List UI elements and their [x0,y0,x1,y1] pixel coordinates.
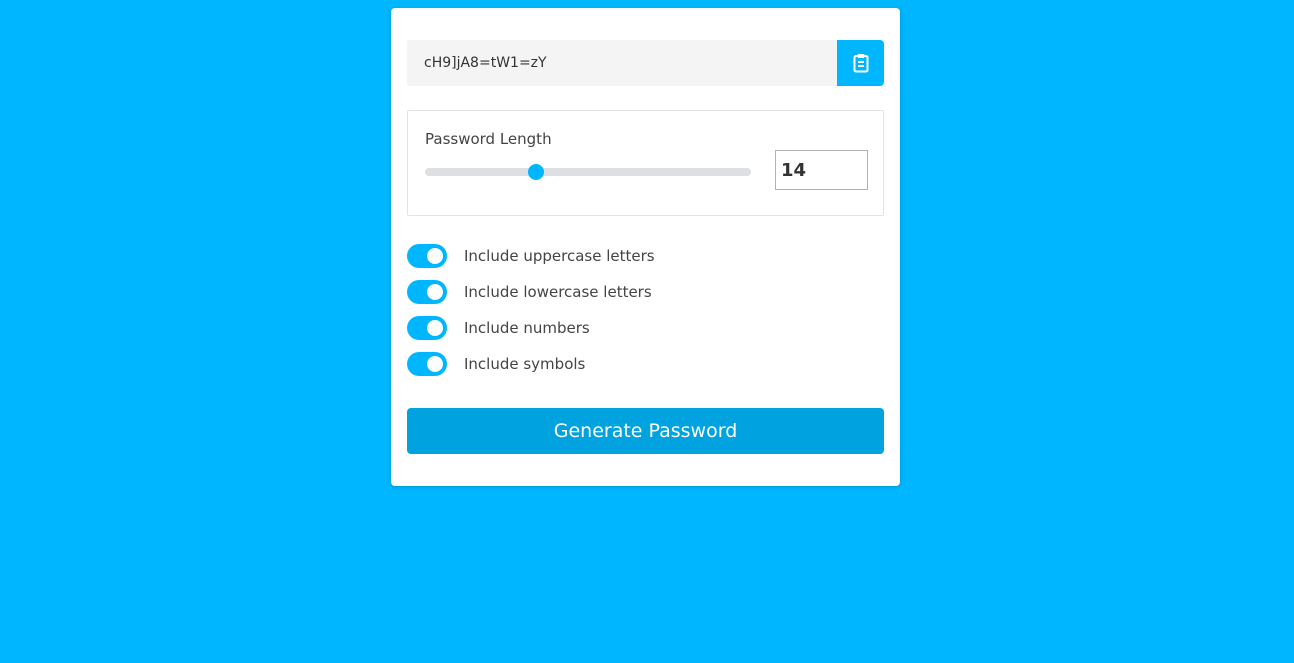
options-list: Include uppercase letters Include lowerc… [407,244,884,388]
password-generator-card: cH9]jA8=tW1=zY Password Length Include u… [391,8,900,486]
password-output-row: cH9]jA8=tW1=zY [407,40,884,86]
numbers-toggle[interactable] [407,316,447,340]
length-slider[interactable] [425,164,751,180]
option-label: Include symbols [464,355,586,373]
password-output[interactable]: cH9]jA8=tW1=zY [407,40,837,86]
password-length-label: Password Length [425,130,552,148]
password-length-panel: Password Length [407,110,884,216]
option-label: Include uppercase letters [464,247,655,265]
toggle-knob [427,356,443,372]
option-label: Include numbers [464,319,590,337]
toggle-knob [427,320,443,336]
option-uppercase[interactable]: Include uppercase letters [407,244,884,268]
generate-password-button[interactable]: Generate Password [407,408,884,454]
option-lowercase[interactable]: Include lowercase letters [407,280,884,304]
clipboard-icon [853,54,868,73]
option-numbers[interactable]: Include numbers [407,316,884,340]
toggle-knob [427,284,443,300]
option-symbols[interactable]: Include symbols [407,352,884,376]
length-slider-thumb[interactable] [527,164,544,180]
length-input[interactable] [775,150,868,190]
copy-button[interactable] [837,40,884,86]
symbols-toggle[interactable] [407,352,447,376]
option-label: Include lowercase letters [464,283,652,301]
uppercase-toggle[interactable] [407,244,447,268]
lowercase-toggle[interactable] [407,280,447,304]
toggle-knob [427,248,443,264]
